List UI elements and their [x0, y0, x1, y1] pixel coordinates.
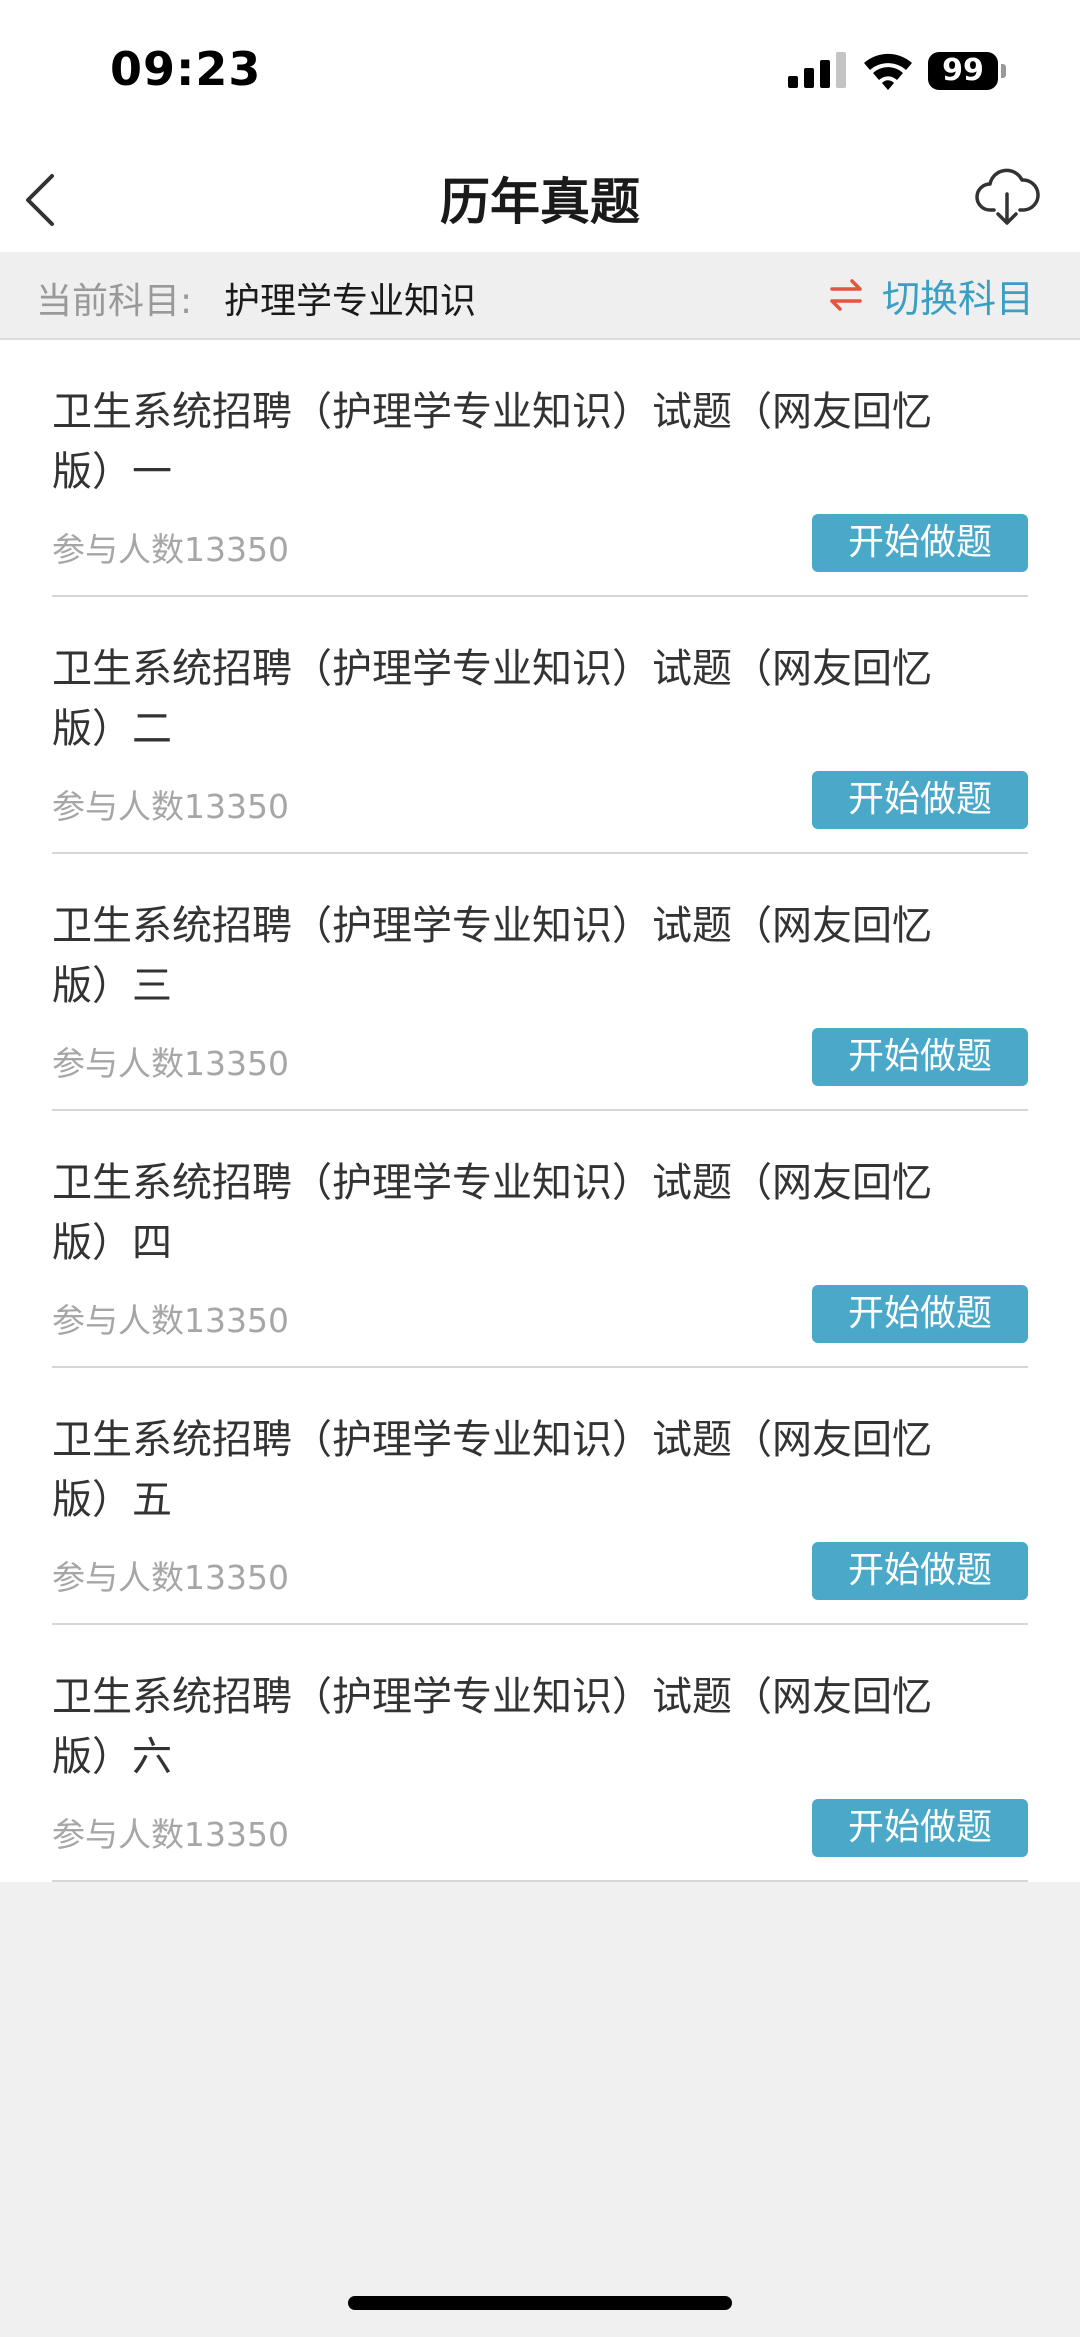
participant-count: 参与人数13350: [52, 1301, 289, 1340]
subject-value: 护理学专业知识: [224, 281, 477, 322]
battery-tip: [1001, 64, 1006, 78]
list-item[interactable]: 卫生系统招聘（护理学专业知识）试题（网友回忆版）四 参与人数13350 开始做题: [52, 1111, 1028, 1368]
participant-count: 参与人数13350: [52, 1815, 289, 1854]
start-exam-button[interactable]: 开始做题: [812, 1542, 1028, 1600]
home-indicator[interactable]: [348, 2296, 732, 2310]
participant-count: 参与人数13350: [52, 530, 289, 569]
back-button[interactable]: [14, 162, 74, 232]
nav-bar: 历年真题: [0, 140, 1080, 252]
exam-title: 卫生系统招聘（护理学专业知识）试题（网友回忆版）三: [52, 903, 932, 1009]
list-item[interactable]: 卫生系统招聘（护理学专业知识）试题（网友回忆版）五 参与人数13350 开始做题: [52, 1368, 1028, 1625]
subject-bar: 当前科目: 护理学专业知识 切换科目: [0, 252, 1080, 340]
start-exam-button[interactable]: 开始做题: [812, 514, 1028, 572]
list-item[interactable]: 卫生系统招聘（护理学专业知识）试题（网友回忆版）一 参与人数13350 开始做题: [52, 340, 1028, 597]
cloud-download-icon: [975, 168, 1040, 225]
participant-count: 参与人数13350: [52, 787, 289, 826]
chevron-left-icon: [26, 174, 54, 226]
cellular-signal-icon: [788, 52, 846, 88]
participant-count: 参与人数13350: [52, 1558, 289, 1597]
start-exam-button[interactable]: 开始做题: [812, 1799, 1028, 1857]
exam-list: 卫生系统招聘（护理学专业知识）试题（网友回忆版）一 参与人数13350 开始做题…: [0, 340, 1080, 1882]
swap-arrows-icon: [830, 279, 862, 311]
list-item[interactable]: 卫生系统招聘（护理学专业知识）试题（网友回忆版）三 参与人数13350 开始做题: [52, 854, 1028, 1111]
exam-title: 卫生系统招聘（护理学专业知识）试题（网友回忆版）五: [52, 1417, 932, 1523]
participant-count: 参与人数13350: [52, 1044, 289, 1083]
list-item[interactable]: 卫生系统招聘（护理学专业知识）试题（网友回忆版）六 参与人数13350 开始做题: [52, 1625, 1028, 1882]
start-exam-button[interactable]: 开始做题: [812, 771, 1028, 829]
switch-subject-button[interactable]: 切换科目: [828, 268, 1034, 322]
battery-level: 99: [928, 52, 998, 90]
start-exam-button[interactable]: 开始做题: [812, 1285, 1028, 1343]
switch-subject-label: 切换科目: [882, 276, 1035, 321]
exam-title: 卫生系统招聘（护理学专业知识）试题（网友回忆版）二: [52, 646, 932, 752]
start-exam-button[interactable]: 开始做题: [812, 1028, 1028, 1086]
list-item[interactable]: 卫生系统招聘（护理学专业知识）试题（网友回忆版）二 参与人数13350 开始做题: [52, 597, 1028, 854]
battery-icon: 99: [928, 52, 1008, 90]
exam-title: 卫生系统招聘（护理学专业知识）试题（网友回忆版）四: [52, 1160, 932, 1266]
status-time: 09:23: [110, 42, 262, 96]
exam-title: 卫生系统招聘（护理学专业知识）试题（网友回忆版）一: [52, 389, 932, 495]
exam-title: 卫生系统招聘（护理学专业知识）试题（网友回忆版）六: [52, 1674, 932, 1780]
page-title: 历年真题: [440, 173, 640, 231]
download-button[interactable]: [974, 164, 1040, 230]
subject-label: 当前科目:: [36, 281, 193, 322]
screen: 09:23 99 历年真题 当前科目: 护理学专业知识 切换科目 卫生系统招聘（…: [0, 0, 1080, 2337]
status-bar: 09:23 99: [0, 0, 1080, 140]
wifi-icon: [864, 53, 912, 90]
